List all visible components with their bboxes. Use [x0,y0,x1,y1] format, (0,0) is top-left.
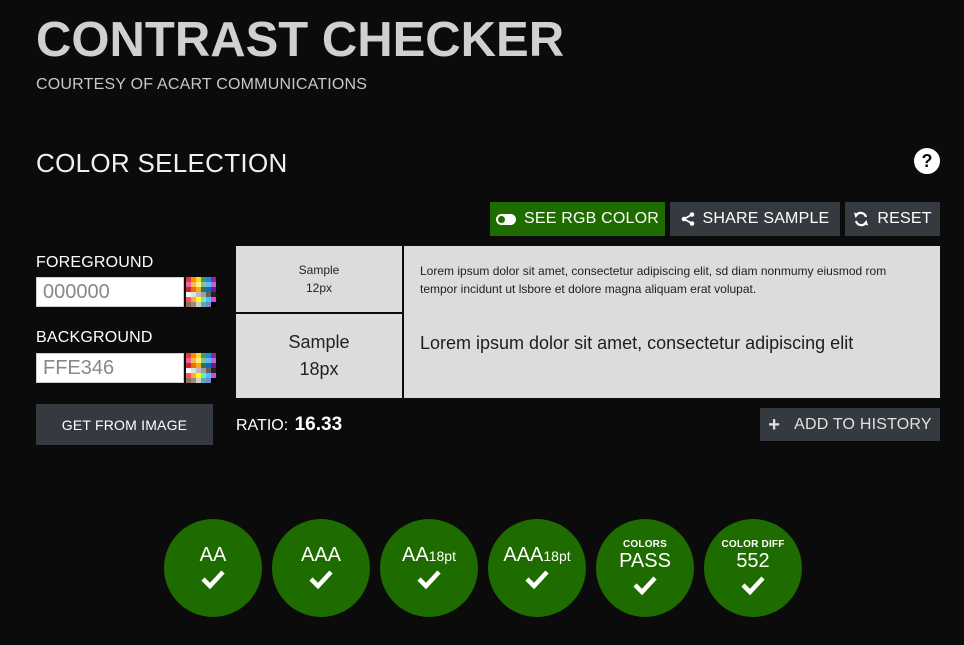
share-sample-label: SHARE SAMPLE [702,210,830,227]
result-aaa: AAA [272,519,370,617]
share-icon [681,212,694,226]
see-rgb-color-button[interactable]: SEE RGB COLOR [490,202,665,236]
check-icon [525,570,549,590]
share-sample-button[interactable]: SHARE SAMPLE [670,202,840,236]
check-icon [417,570,441,590]
check-icon [633,575,657,595]
result-aaa-18pt: AAA18pt [488,519,586,617]
refresh-icon [854,211,869,227]
toggle-icon [495,213,516,225]
section-title: COLOR SELECTION [36,148,288,178]
background-input[interactable] [36,353,184,383]
results-row: AA AAA AA18pt AAA18pt COLORS PASS COLOR … [0,519,964,619]
background-label: BACKGROUND [36,329,153,346]
check-icon [309,570,333,590]
check-icon [201,570,225,590]
sample-18px-label: Sample 18px [236,314,402,398]
reset-button[interactable]: RESET [845,202,940,236]
foreground-input[interactable] [36,277,184,307]
ratio-value: 16.33 [294,414,343,435]
result-colors: COLORS PASS [596,519,694,617]
add-to-history-label: ADD TO HISTORY [794,415,932,433]
sample-text-12px: Lorem ipsum dolor sit amet, consectetur … [420,264,887,296]
result-value: 552 [736,549,770,572]
plus-icon: + [768,413,781,436]
foreground-label: FOREGROUND [36,254,154,271]
sample-18px-label-line2: 18px [299,359,339,379]
ratio-label: RATIO: [236,417,289,434]
page-subtitle: COURTESY OF ACART COMMUNICATIONS [36,76,368,93]
foreground-color-picker-icon[interactable] [186,277,216,307]
result-value: AA18pt [402,544,456,566]
result-aa-18pt: AA18pt [380,519,478,617]
sample-12px-label: Sample 12px [236,246,402,312]
result-value: AAA18pt [503,544,571,566]
help-icon[interactable]: ? [914,148,940,174]
get-from-image-button[interactable]: GET FROM IMAGE [36,404,213,445]
see-rgb-color-label: SEE RGB COLOR [523,210,660,227]
sample-divider-vertical [402,246,404,398]
page-title: CONTRAST CHECKER [36,13,565,67]
result-caption: COLORS [623,538,667,550]
result-value: AAA [300,544,342,566]
result-caption: COLOR DIFF [721,538,785,550]
sample-divider-horizontal [236,312,402,314]
reset-label: RESET [877,210,932,227]
add-to-history-button[interactable]: + ADD TO HISTORY [760,408,940,441]
result-color-diff: COLOR DIFF 552 [704,519,802,617]
contrast-ratio: RATIO: 16.33 [236,414,342,436]
background-color-picker-icon[interactable] [186,353,216,383]
sample-18px-label-line1: Sample [288,332,350,352]
result-value: PASS [619,549,671,572]
sample-12px-label-line1: Sample [298,263,340,277]
result-value: AA [199,544,227,566]
sample-12px-label-line2: 12px [305,281,333,295]
sample-text-18px: Lorem ipsum dolor sit amet, consectetur … [420,333,854,353]
result-aa: AA [164,519,262,617]
check-icon [741,575,765,595]
